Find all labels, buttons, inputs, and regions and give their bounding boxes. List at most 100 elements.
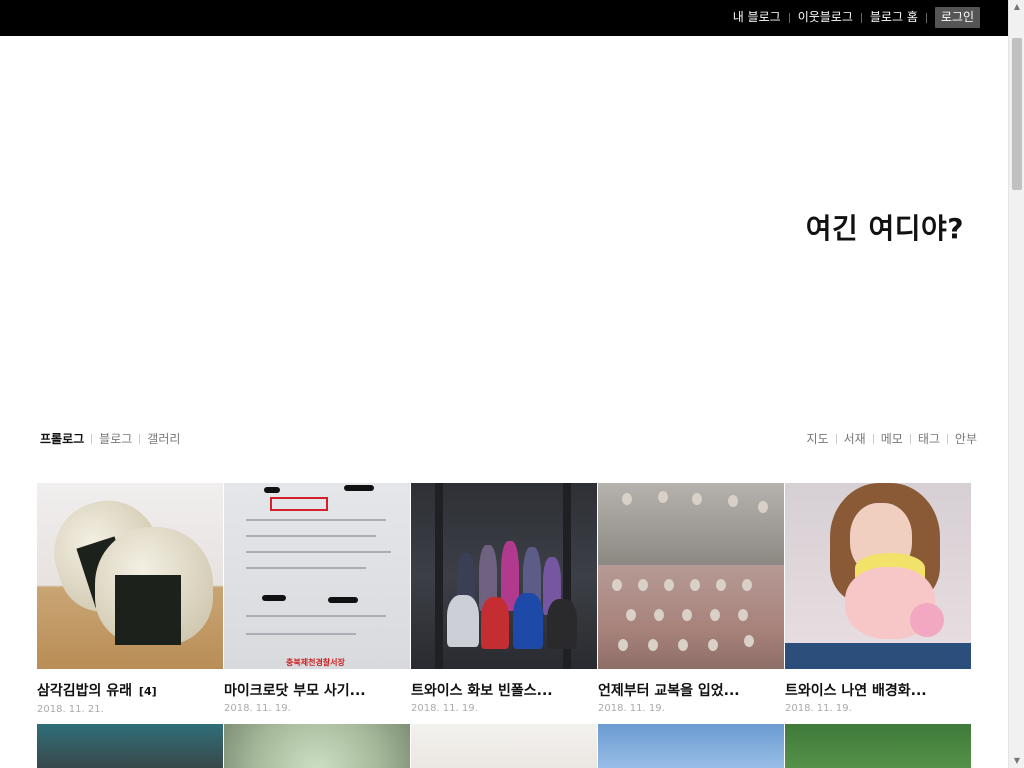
face-image [728,495,738,507]
face-image [682,609,692,621]
face-image [690,579,700,591]
divider [946,434,948,444]
highlight-box [270,497,328,511]
redaction-mark [262,595,286,601]
gallery-card[interactable]: 언제부터 교복을 입었... 2018. 11. 19. [598,483,784,716]
post-title[interactable]: 언제부터 교복을 입었... [598,683,784,699]
gallery-card[interactable]: 삼각김밥의 유래 [4] 2018. 11. 21. [37,483,223,716]
document-line [246,551,391,553]
blog-menu-left: 프롤로그 블로그 갤러리 [40,431,180,447]
gallery-row [37,724,973,768]
post-date: 2018. 11. 19. [224,703,291,714]
divider [872,434,874,444]
person-image [481,597,509,649]
neighbor-blog-link[interactable]: 이웃블로그 [790,7,861,28]
post-title[interactable]: 삼각김밥의 유래 [4] [37,683,223,700]
document-thumbnail[interactable]: 충북제천경찰서장 [224,483,410,669]
blog-title[interactable]: 여긴 여디야? [806,207,964,247]
historic-photo-bottom [598,565,784,669]
login-button[interactable]: 로그인 [934,7,980,28]
post-date: 2018. 11. 19. [785,703,852,714]
person-image [513,593,543,649]
gallery-card[interactable]: 트와이스 나연 배경화... 2018. 11. 19. [785,483,971,716]
face-image [622,493,632,505]
post-title[interactable]: 마이크로닷 부모 사기... [224,683,410,699]
post-date: 2018. 11. 19. [411,703,478,714]
page-scrollbar[interactable]: ▲ ▼ [1008,0,1024,768]
gallery-card[interactable] [598,724,784,768]
historic-photo-top [598,483,784,561]
menu-blog[interactable]: 블로그 [99,431,132,447]
divider [925,12,927,23]
face-image [664,579,674,591]
redaction-mark [264,487,280,493]
face-image [638,579,648,591]
gallery-card[interactable] [785,724,971,768]
rice-ball-thumbnail[interactable] [37,483,223,669]
face-image [708,639,718,651]
post-date: 2018. 11. 19. [598,703,665,714]
person-image [447,595,479,647]
hand-fan-image [910,603,944,637]
my-blog-link[interactable]: 내 블로그 [725,7,789,28]
menu-library[interactable]: 서재 [844,431,866,447]
gallery-card[interactable]: 트와이스 화보 빈폴스... 2018. 11. 19. [411,483,597,716]
post-thumbnail[interactable] [224,724,410,768]
document-line [246,567,366,569]
post-title[interactable]: 트와이스 나연 배경화... [785,683,971,699]
face-image [612,579,622,591]
gallery-card[interactable] [411,724,597,768]
face-image [678,639,688,651]
document-line [246,535,376,537]
post-thumbnail[interactable] [411,724,597,768]
comment-count: [4] [138,685,157,698]
menu-prologue[interactable]: 프롤로그 [40,431,84,447]
face-image [738,609,748,621]
group-photo-thumbnail[interactable] [411,483,597,669]
face-image [618,639,628,651]
document-stamp: 충북제천경찰서장 [286,658,345,667]
menu-gallery[interactable]: 갤러리 [147,431,180,447]
scroll-down-arrow-icon[interactable]: ▼ [1012,756,1022,766]
portrait-thumbnail[interactable] [785,483,971,669]
menu-map[interactable]: 지도 [807,431,829,447]
face-image [648,639,658,651]
menu-memo[interactable]: 메모 [881,431,903,447]
redaction-mark [328,597,358,603]
top-bar: 내 블로그 이웃블로그 블로그 홈 로그인 [0,0,1008,36]
gallery-row: 삼각김밥의 유래 [4] 2018. 11. 21. 충북제천경찰서장 마이크로… [37,483,973,716]
gallery-card[interactable]: 충북제천경찰서장 마이크로닷 부모 사기... 2018. 11. 19. [224,483,410,716]
divider [909,434,911,444]
face-image [658,491,668,503]
face-image [742,579,752,591]
historic-photo-thumbnail[interactable] [598,483,784,669]
face-image [626,609,636,621]
blog-home-link[interactable]: 블로그 홈 [862,7,926,28]
pillar-image [435,483,443,669]
scroll-up-arrow-icon[interactable]: ▲ [1012,2,1022,12]
menu-tag[interactable]: 태그 [918,431,940,447]
document-line [246,615,386,617]
gallery-card[interactable] [37,724,223,768]
post-title[interactable]: 트와이스 화보 빈폴스... [411,683,597,699]
post-thumbnail[interactable] [598,724,784,768]
person-image [547,599,577,649]
divider [835,434,837,444]
gallery-card[interactable] [224,724,410,768]
post-title-text[interactable]: 삼각김밥의 유래 [37,683,132,699]
redaction-mark [344,485,374,491]
blog-menu-right: 지도 서재 메모 태그 안부 [807,431,977,447]
document-line [246,633,356,635]
divider [91,434,93,444]
top-nav: 내 블로그 이웃블로그 블로그 홈 로그인 [725,7,980,28]
face-image [654,609,664,621]
table-image [785,643,971,669]
gallery-grid: 삼각김밥의 유래 [4] 2018. 11. 21. 충북제천경찰서장 마이크로… [37,483,973,768]
face-image [692,493,702,505]
document-line [246,519,386,521]
face-image [710,609,720,621]
post-thumbnail[interactable] [37,724,223,768]
post-thumbnail[interactable] [785,724,971,768]
scroll-thumb[interactable] [1012,38,1022,190]
menu-guestbook[interactable]: 안부 [955,431,977,447]
